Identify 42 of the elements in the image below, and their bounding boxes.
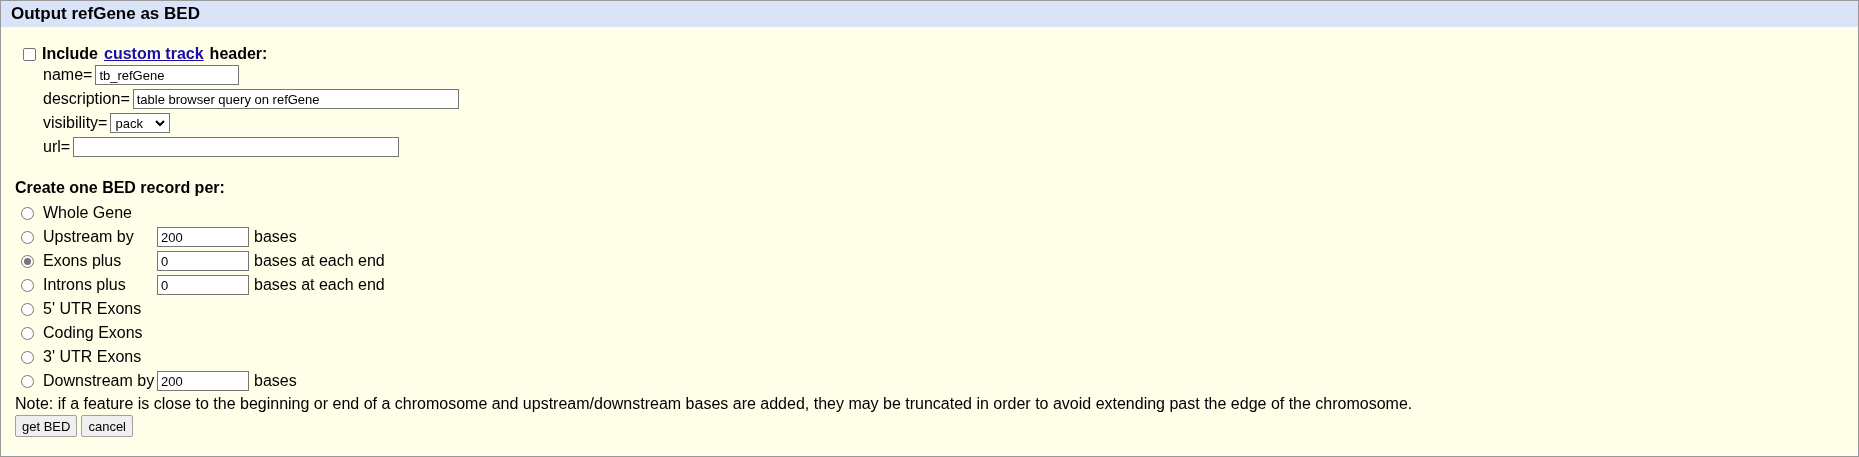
option-label: Introns plus [43,276,127,294]
radio-button[interactable] [21,230,34,244]
note-text: Note: if a feature is close to the beginning or end of a chromosome and upstream/downstream bases are added, they may be truncated in order to avoid extending past the edge of the chromosome. [15,394,1414,414]
text-field[interactable]: tb_refGene [95,65,240,85]
option-suffix: bases at each end [254,252,385,270]
radio-button[interactable] [21,206,34,220]
radio-button[interactable] [21,278,34,292]
option-label: Exons plus [43,252,123,270]
option-label: Coding Exons [43,324,144,342]
text-field[interactable]: table browser query on refGene [132,89,459,109]
visibility-dropdown[interactable]: pack [110,113,171,133]
option-label: 5' UTR Exons [43,300,143,318]
checkbox-label: header: [209,45,268,63]
action-button[interactable]: cancel [81,415,133,437]
section-header: Output refGene as BED [1,1,1858,27]
radio-button[interactable] [21,326,34,340]
section-heading: Create one BED record per: [15,179,226,198]
option-label: Upstream by [43,228,135,246]
field-label: name= [43,66,93,84]
radio-button[interactable] [21,374,34,388]
bases-field[interactable]: 0 [157,251,249,271]
bases-field[interactable]: 0 [157,275,249,295]
field-label: visibility= [43,114,108,132]
bases-field[interactable]: 200 [157,371,249,391]
option-label: 3' UTR Exons [43,348,143,366]
field-label: url= [43,138,71,156]
option-label: Whole Gene [43,204,133,222]
bases-field[interactable]: 200 [157,227,249,247]
action-button[interactable]: get BED [15,415,78,437]
option-suffix: bases [254,372,297,390]
radio-button[interactable] [21,254,34,268]
radio-button[interactable] [21,302,34,316]
radio-button[interactable] [21,350,34,364]
field-label: description= [43,90,130,108]
custom-track-link[interactable]: custom track [104,45,204,63]
option-suffix: bases at each end [254,276,385,294]
text-field[interactable] [73,137,400,157]
option-suffix: bases [254,228,297,246]
option-label: Downstream by [43,372,156,390]
checkbox-label: Include [42,45,98,63]
checkbox[interactable] [23,47,36,61]
chevron-down-icon [155,119,166,127]
